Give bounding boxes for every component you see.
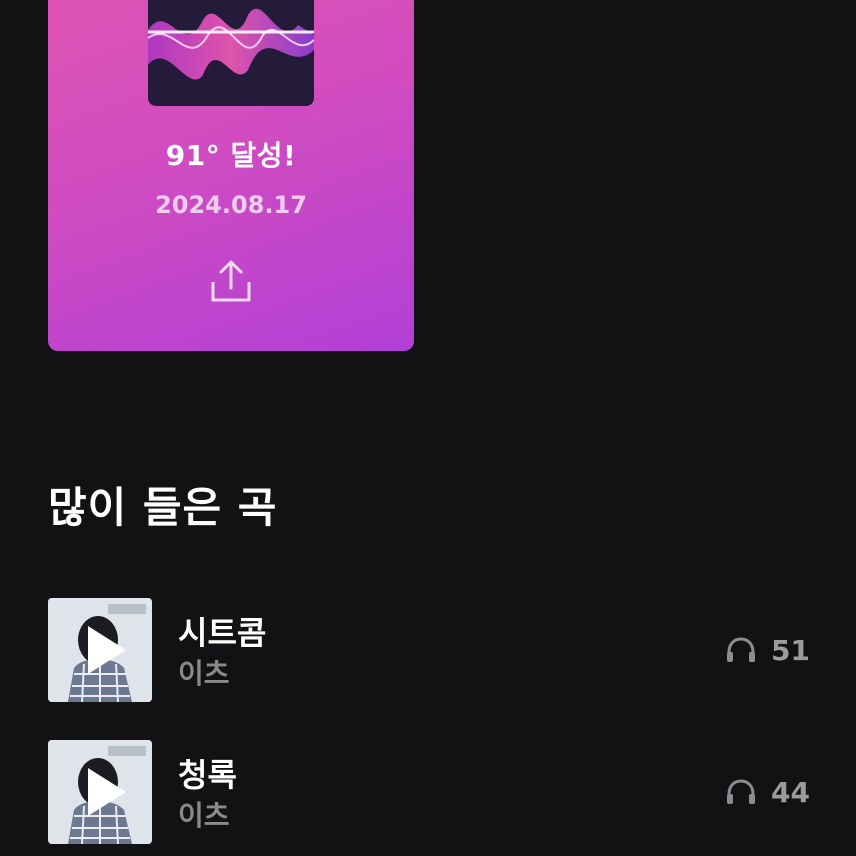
play-count: 51 [725, 632, 810, 668]
achievement-date: 2024.08.17 [155, 191, 307, 219]
play-count-value: 51 [771, 633, 810, 667]
song-artist: 이츠 [178, 799, 230, 832]
song-artist: 이츠 [178, 657, 230, 690]
most-played-section-title: 많이 들은 곡 [48, 483, 278, 532]
share-upload-icon[interactable] [209, 258, 253, 304]
achievement-degree: 91° 달성! [165, 139, 297, 172]
song-row[interactable]: 청록 이츠 44 [48, 740, 810, 846]
headphones-icon [727, 637, 756, 662]
album-thumbnail[interactable] [48, 598, 152, 702]
song-row[interactable]: 시트콤 이츠 51 [48, 598, 810, 704]
waveform-artwork [148, 0, 314, 106]
song-title: 시트콤 [178, 614, 267, 652]
headphones-icon [727, 779, 756, 804]
play-count: 44 [725, 774, 810, 810]
play-count-value: 44 [771, 775, 810, 809]
album-thumbnail[interactable] [48, 740, 152, 844]
achievement-card[interactable]: 91° 달성! 2024.08.17 [48, 0, 414, 351]
song-title: 청록 [178, 756, 237, 794]
